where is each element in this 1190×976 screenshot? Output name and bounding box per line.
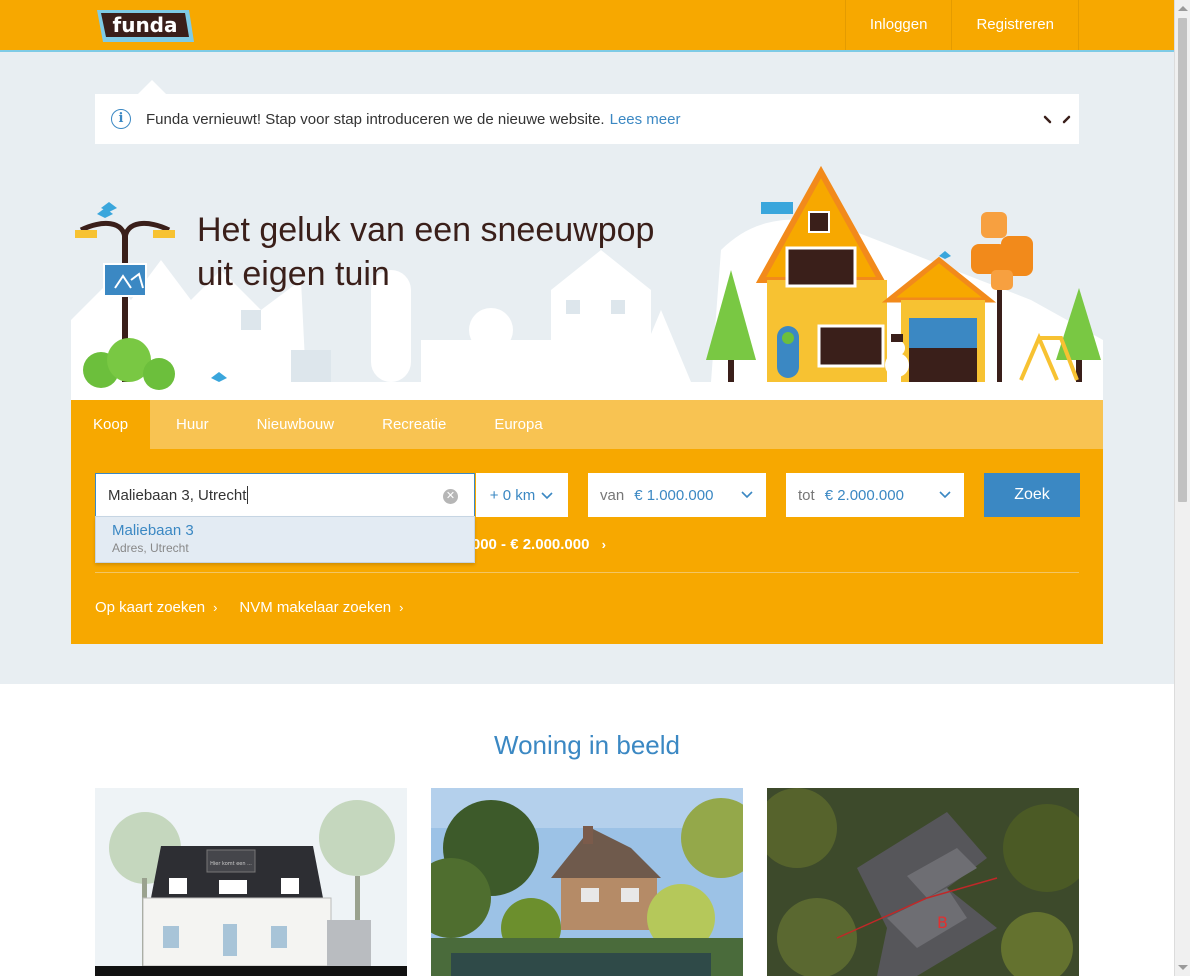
read-more-link[interactable]: Lees meer xyxy=(610,111,681,128)
top-nav: Inloggen Registreren xyxy=(844,0,1079,50)
listing-photo-villa xyxy=(431,788,743,976)
listing-photo-new-build: Hier komt een ... xyxy=(95,788,407,976)
scroll-thumb[interactable] xyxy=(1178,18,1187,502)
notice-text: Funda vernieuwt! Stap voor stap introduc… xyxy=(146,110,605,128)
featured-listing-card[interactable]: B xyxy=(767,788,1079,976)
section-title: Woning in beeld xyxy=(494,730,680,760)
register-link[interactable]: Registreren xyxy=(951,0,1079,50)
location-input[interactable]: Maliebaan 3, Utrecht ✕ xyxy=(95,473,475,517)
hero-title: Het geluk van een sneeuwpop uit eigen tu… xyxy=(197,208,654,296)
radius-select[interactable]: + 0 km xyxy=(476,473,568,517)
logo-text: funda xyxy=(113,13,178,37)
price-from-select[interactable]: van € 1.000.000 xyxy=(588,473,766,517)
autocomplete-suggestion[interactable]: Maliebaan 3 Adres, Utrecht xyxy=(95,516,475,563)
tab-koop[interactable]: Koop xyxy=(71,400,151,449)
notice-pointer xyxy=(138,80,166,94)
suggestion-title: Maliebaan 3 xyxy=(112,522,194,539)
search-tabs: Koop Huur Nieuwbouw Recreatie Europa xyxy=(71,400,1103,449)
search-divider xyxy=(95,572,1079,573)
page-scrollbar[interactable] xyxy=(1174,0,1190,976)
search-button[interactable]: Zoek xyxy=(984,473,1080,517)
search-row: Maliebaan 3, Utrecht ✕ + 0 km van € 1.00… xyxy=(95,473,1080,517)
map-search-link[interactable]: Op kaart zoeken › xyxy=(95,599,217,616)
tab-nieuwbouw[interactable]: Nieuwbouw xyxy=(235,400,357,449)
svg-text:B: B xyxy=(937,913,948,932)
chevron-down-icon xyxy=(741,491,753,499)
suggestion-subtitle: Adres, Utrecht xyxy=(112,541,189,555)
chevron-down-icon xyxy=(541,492,553,500)
collapse-chevron-icon[interactable] xyxy=(1043,114,1071,126)
featured-listing-card[interactable]: Hier komt een ... xyxy=(95,788,407,976)
chevron-right-icon: › xyxy=(213,600,218,615)
scroll-down-arrow-icon[interactable] xyxy=(1178,965,1188,970)
content-section: Woning in beeld Hier komt een ... B xyxy=(0,684,1174,976)
notice-banner: i Funda vernieuwt! Stap voor stap introd… xyxy=(95,94,1079,144)
nvm-agent-label: NVM makelaar zoeken xyxy=(239,599,392,616)
price-to-value: € 2.000.000 xyxy=(824,486,904,504)
clear-input-icon[interactable]: ✕ xyxy=(443,489,458,504)
scroll-up-arrow-icon[interactable] xyxy=(1178,6,1188,11)
text-caret xyxy=(247,486,249,504)
price-to-label: tot xyxy=(798,486,815,504)
hero-title-line-2: uit eigen tuin xyxy=(197,255,390,293)
search-panel: Koop Huur Nieuwbouw Recreatie Europa Mal… xyxy=(71,400,1103,644)
funda-logo[interactable]: funda xyxy=(95,8,195,44)
listing-sign-text: Hier komt een ... xyxy=(210,861,252,867)
map-search-label: Op kaart zoeken xyxy=(95,599,206,616)
tab-recreatie[interactable]: Recreatie xyxy=(360,400,468,449)
top-bar: funda Inloggen Registreren xyxy=(0,0,1174,52)
search-links: Op kaart zoeken › NVM makelaar zoeken › xyxy=(95,599,425,616)
featured-listing-card[interactable] xyxy=(431,788,743,976)
nvm-agent-link[interactable]: NVM makelaar zoeken › xyxy=(239,599,403,616)
info-icon: i xyxy=(111,109,131,129)
radius-value: + 0 km xyxy=(489,486,536,504)
price-from-label: van xyxy=(600,486,625,504)
price-from-value: € 1.000.000 xyxy=(634,486,714,504)
tab-europa[interactable]: Europa xyxy=(472,400,564,449)
chevron-right-icon: › xyxy=(601,537,606,552)
hero-title-line-1: Het geluk van een sneeuwpop xyxy=(197,211,655,249)
tab-huur[interactable]: Huur xyxy=(154,400,231,449)
chevron-down-icon xyxy=(939,491,951,499)
chevron-right-icon: › xyxy=(399,600,404,615)
location-input-value: Maliebaan 3, Utrecht xyxy=(108,486,247,504)
listing-photo-aerial: B xyxy=(767,788,1079,976)
login-link[interactable]: Inloggen xyxy=(844,0,952,50)
price-to-select[interactable]: tot € 2.000.000 xyxy=(786,473,964,517)
